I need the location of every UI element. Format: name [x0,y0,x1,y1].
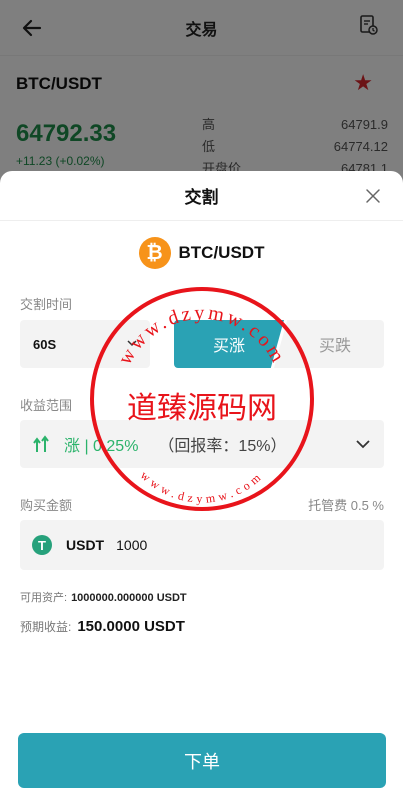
currency-label: USDT [66,537,105,553]
coin-row: ₿ BTC/USDT [0,237,403,269]
custody-fee: 托管费 0.5 % [308,498,384,513]
available-assets: 可用资产: 1000000.000000 USDT [20,592,187,604]
watermark-text: 道臻源码网 [127,391,277,426]
bitcoin-icon: ₿ [138,237,171,269]
chevron-down-icon [356,440,370,449]
available-value: 1000000.000000 USDT [71,592,187,604]
place-order-button[interactable]: 下单 [18,733,386,788]
range-label: 收益范围 [20,398,73,413]
amount-field[interactable]: T USDT [20,520,384,570]
watermark-url-top: www.dzymw.com [114,302,290,368]
coin-name: BTC/USDT [178,243,265,262]
watermark-stamp: www.dzymw.com 道臻源码网 www.dzymw.com [90,287,314,511]
expected-value: 150.0000 USDT [77,618,185,635]
tether-icon: T [32,535,52,555]
time-label: 交割时间 [20,297,73,312]
sheet-title: 交割 [184,188,219,207]
time-value: 60S [33,336,57,352]
expected-profit: 预期收益: 150.0000 USDT [20,618,185,635]
sheet-header: 交割 [0,171,403,221]
amount-input[interactable] [116,537,317,553]
trend-up-icon [33,435,49,452]
amount-label: 购买金额 [20,498,73,513]
close-icon[interactable] [365,188,381,204]
